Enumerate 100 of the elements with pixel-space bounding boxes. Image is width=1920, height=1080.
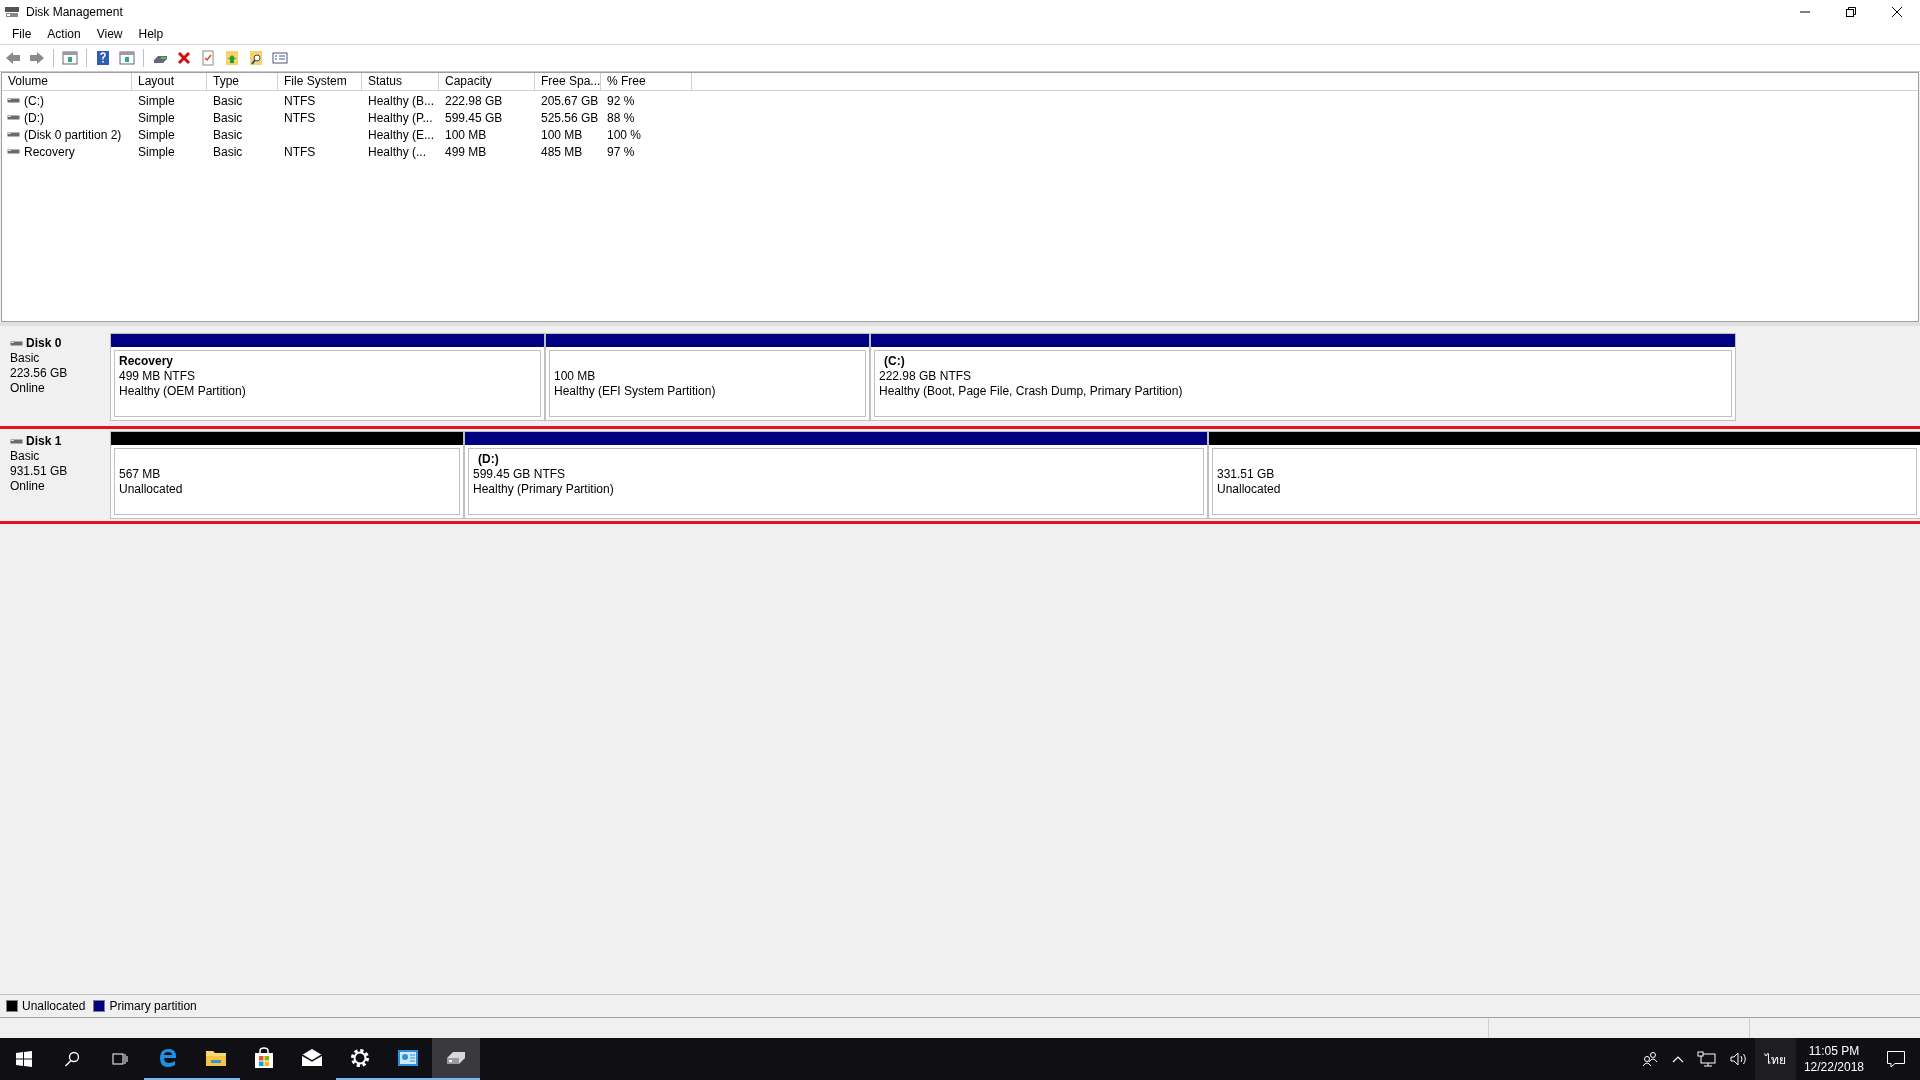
table-cell: Basic bbox=[213, 127, 243, 142]
disk-size: 223.56 GB bbox=[10, 366, 69, 381]
partition-size: 499 MB NTFS bbox=[119, 369, 197, 384]
partition-status: Unallocated bbox=[119, 482, 184, 497]
settings-icon bbox=[348, 1046, 372, 1070]
column-header[interactable]: File System bbox=[278, 73, 362, 91]
table-cell: Simple bbox=[138, 93, 175, 108]
partition-name: (D:) bbox=[477, 452, 500, 467]
people-icon[interactable] bbox=[1640, 1051, 1659, 1067]
disk-type: Basic bbox=[10, 351, 41, 366]
column-header[interactable]: Status bbox=[362, 73, 439, 91]
clock[interactable]: 11:05 PM 12/22/2018 bbox=[1795, 1038, 1872, 1080]
shopping-bag-icon bbox=[252, 1046, 276, 1070]
input-language[interactable]: ไทย bbox=[1754, 1038, 1796, 1080]
table-cell: Simple bbox=[138, 110, 175, 125]
help-icon[interactable] bbox=[95, 50, 111, 66]
partition-name: Recovery bbox=[119, 354, 175, 369]
taskbar-app[interactable] bbox=[432, 1038, 480, 1080]
table-cell: 222.98 GB bbox=[445, 93, 503, 108]
table-cell: Healthy (... bbox=[368, 144, 427, 159]
disk-type: Basic bbox=[10, 449, 41, 464]
partition-size: 567 MB bbox=[119, 467, 162, 482]
table-cell: 92 % bbox=[607, 93, 635, 108]
menu-item[interactable]: File bbox=[4, 27, 40, 41]
task-view-icon[interactable] bbox=[112, 1051, 128, 1067]
table-cell: 485 MB bbox=[541, 144, 583, 159]
column-header[interactable]: Volume bbox=[2, 73, 132, 91]
partition-block[interactable]: 100 MB Healthy (EFI System Partition) bbox=[545, 333, 870, 421]
table-cell: 97 % bbox=[607, 144, 635, 159]
close-icon bbox=[1891, 6, 1903, 18]
table-cell: (D:) bbox=[24, 110, 44, 125]
restore-icon bbox=[1845, 6, 1857, 18]
table-cell: (C:) bbox=[24, 93, 44, 108]
table-cell: 100 % bbox=[607, 127, 642, 142]
disk-status: Online bbox=[10, 381, 46, 396]
disk-name: Disk 1 bbox=[26, 434, 62, 448]
table-cell: 499 MB bbox=[445, 144, 487, 159]
partition-block[interactable]: (D:) 599.45 GB NTFS Healthy (Primary Partition) bbox=[464, 431, 1208, 519]
table-cell: Healthy (P... bbox=[368, 110, 433, 125]
back-arrow-icon[interactable] bbox=[5, 50, 21, 66]
partition-block[interactable]: 567 MB Unallocated bbox=[110, 431, 464, 519]
legend-label: Primary partition bbox=[109, 999, 197, 1013]
drive-icon bbox=[7, 113, 20, 122]
partition-size: 599.45 GB NTFS bbox=[473, 467, 567, 482]
table-cell: Basic bbox=[213, 110, 243, 125]
column-header[interactable]: Layout bbox=[132, 73, 207, 91]
delete-icon[interactable] bbox=[176, 50, 192, 66]
clock-time: 11:05 PM bbox=[1808, 1043, 1860, 1059]
column-header[interactable]: % Free bbox=[601, 73, 692, 91]
table-cell: Basic bbox=[213, 93, 243, 108]
partition-block[interactable]: 331.51 GB Unallocated bbox=[1208, 431, 1920, 519]
table-cell: (Disk 0 partition 2) bbox=[24, 127, 122, 142]
table-cell: 100 MB bbox=[541, 127, 583, 142]
partition-status: Healthy (EFI System Partition) bbox=[554, 384, 717, 399]
table-cell: NTFS bbox=[284, 93, 316, 108]
menu-item[interactable]: Action bbox=[39, 27, 89, 41]
table-cell: Basic bbox=[213, 144, 243, 159]
folder-up-icon[interactable] bbox=[224, 50, 240, 66]
partition-status: Healthy (Primary Partition) bbox=[473, 482, 615, 497]
table-cell: 88 % bbox=[607, 110, 635, 125]
table-cell: 599.45 GB bbox=[445, 110, 503, 125]
checklist-icon[interactable] bbox=[200, 50, 216, 66]
partition-size: 331.51 GB bbox=[1217, 467, 1276, 482]
partition-size: 100 MB bbox=[554, 369, 597, 384]
table-cell: Healthy (B... bbox=[368, 93, 435, 108]
drive-icon bbox=[7, 130, 20, 139]
disk-size: 931.51 GB bbox=[10, 464, 69, 479]
partition-size: 222.98 GB NTFS bbox=[879, 369, 973, 384]
menu-item[interactable]: View bbox=[88, 27, 131, 41]
drive-icon bbox=[7, 96, 20, 105]
network-icon[interactable] bbox=[1696, 1051, 1717, 1067]
table-cell: 100 MB bbox=[445, 127, 487, 142]
legend-label: Unallocated bbox=[22, 999, 86, 1013]
table-cell: 205.67 GB bbox=[541, 93, 599, 108]
partition-status: Healthy (Boot, Page File, Crash Dump, Primary Partition) bbox=[879, 384, 1184, 399]
table-cell: Healthy (E... bbox=[368, 127, 435, 142]
disk-status: Online bbox=[10, 479, 46, 494]
volume-icon[interactable] bbox=[1728, 1051, 1749, 1067]
start-icon[interactable] bbox=[16, 1051, 32, 1067]
table-cell: Simple bbox=[138, 127, 175, 142]
partition-block[interactable]: (C:) 222.98 GB NTFS Healthy (Boot, Page File, Crash Dump, Primary Partition) bbox=[870, 333, 1736, 421]
table-cell: 525.56 GB bbox=[541, 110, 599, 125]
disk-name: Disk 0 bbox=[26, 336, 62, 350]
column-header[interactable]: Capacity bbox=[439, 73, 535, 91]
folder-search-icon[interactable] bbox=[248, 50, 264, 66]
app-icon bbox=[4, 5, 20, 19]
partition-block[interactable]: Recovery 499 MB NTFS Healthy (OEM Partition) bbox=[110, 333, 545, 421]
panel-icon[interactable] bbox=[62, 50, 78, 66]
clock-date: 12/22/2018 bbox=[1803, 1059, 1864, 1075]
table-cell: NTFS bbox=[284, 110, 316, 125]
column-header[interactable]: Type bbox=[207, 73, 278, 91]
partition-status: Healthy (OEM Partition) bbox=[119, 384, 247, 399]
search-icon[interactable] bbox=[64, 1051, 80, 1067]
menu-item[interactable]: Help bbox=[130, 27, 172, 41]
table-cell: Simple bbox=[138, 144, 175, 159]
notification-icon[interactable] bbox=[1886, 1050, 1906, 1068]
forward-arrow-icon[interactable] bbox=[29, 50, 45, 66]
column-header[interactable]: Free Spa... bbox=[535, 73, 601, 91]
panel-icon[interactable] bbox=[119, 50, 135, 66]
partition-name: (C:) bbox=[883, 354, 906, 369]
